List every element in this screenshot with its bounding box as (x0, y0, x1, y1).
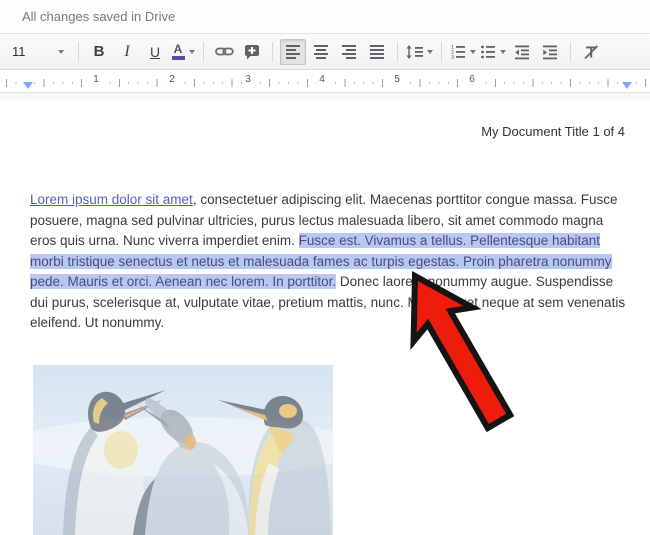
ruler-number: 6 (466, 74, 478, 85)
toolbar-separator (397, 42, 398, 62)
hyperlink-text[interactable]: Lorem ipsum dolor sit amet (30, 192, 193, 207)
underline-button[interactable]: U (142, 39, 168, 65)
numbered-list-icon: 1 2 3 (450, 44, 466, 60)
insert-link-button[interactable] (211, 39, 237, 65)
align-center-button[interactable] (308, 39, 334, 65)
toolbar-separator (78, 42, 79, 62)
align-right-button[interactable] (336, 39, 362, 65)
document-paragraph: Lorem ipsum dolor sit amet, consectetuer… (30, 190, 630, 334)
chevron-down-icon (500, 50, 506, 54)
bold-icon: B (94, 43, 105, 60)
bold-button[interactable]: B (86, 39, 112, 65)
ruler-number: 2 (166, 74, 178, 85)
ruler-gap (0, 93, 650, 100)
chevron-down-icon (470, 50, 476, 54)
text-color-button[interactable]: A (170, 39, 196, 65)
italic-icon: I (124, 43, 129, 61)
bulleted-list-button[interactable] (479, 39, 507, 65)
toolbar-separator (441, 42, 442, 62)
justify-icon (370, 45, 384, 59)
svg-text:3: 3 (451, 55, 454, 60)
toolbar-separator (570, 42, 571, 62)
document-canvas[interactable]: My Document Title 1 of 4 Lorem ipsum dol… (0, 100, 650, 480)
comment-plus-icon (244, 44, 260, 60)
chevron-down-icon (189, 50, 195, 54)
align-right-icon (342, 45, 356, 59)
formatting-toolbar: 11 B I U A (0, 34, 650, 70)
ruler-number: 1 (90, 74, 102, 85)
save-status-text: All changes saved in Drive (22, 9, 175, 24)
chevron-down-icon (58, 50, 64, 54)
link-icon (215, 45, 234, 58)
align-center-icon (314, 45, 328, 59)
toolbar-separator (203, 42, 204, 62)
toolbar-separator (272, 42, 273, 62)
line-spacing-icon (406, 44, 423, 60)
ruler-number: 5 (391, 74, 403, 85)
numbered-list-button[interactable]: 1 2 3 (449, 39, 477, 65)
document-header-text: My Document Title 1 of 4 (481, 124, 625, 139)
status-bar: All changes saved in Drive (0, 0, 650, 34)
clear-formatting-button[interactable] (578, 39, 604, 65)
ruler-number: 4 (316, 74, 328, 85)
increase-indent-button[interactable] (537, 39, 563, 65)
google-docs-window: { "statusbar": { "message": "All changes… (0, 0, 650, 478)
text-color-icon: A (172, 43, 185, 60)
ruler: 1 2 3 4 5 6 (0, 70, 650, 93)
underline-icon: U (150, 44, 160, 60)
chevron-down-icon (427, 50, 433, 54)
decrease-indent-icon (514, 44, 530, 60)
ruler-number: 3 (242, 74, 254, 85)
left-indent-marker[interactable] (23, 82, 33, 89)
clear-formatting-icon (583, 44, 600, 60)
line-spacing-button[interactable] (405, 39, 434, 65)
bulleted-list-icon (480, 44, 496, 60)
italic-button[interactable]: I (114, 39, 140, 65)
penguins-image[interactable] (33, 365, 333, 535)
align-left-button[interactable] (280, 39, 306, 65)
right-indent-marker[interactable] (622, 82, 632, 89)
font-size-select[interactable]: 11 (5, 39, 71, 65)
increase-indent-icon (542, 44, 558, 60)
font-size-value: 11 (12, 44, 26, 59)
align-left-icon (286, 45, 300, 59)
decrease-indent-button[interactable] (509, 39, 535, 65)
justify-button[interactable] (364, 39, 390, 65)
insert-comment-button[interactable] (239, 39, 265, 65)
